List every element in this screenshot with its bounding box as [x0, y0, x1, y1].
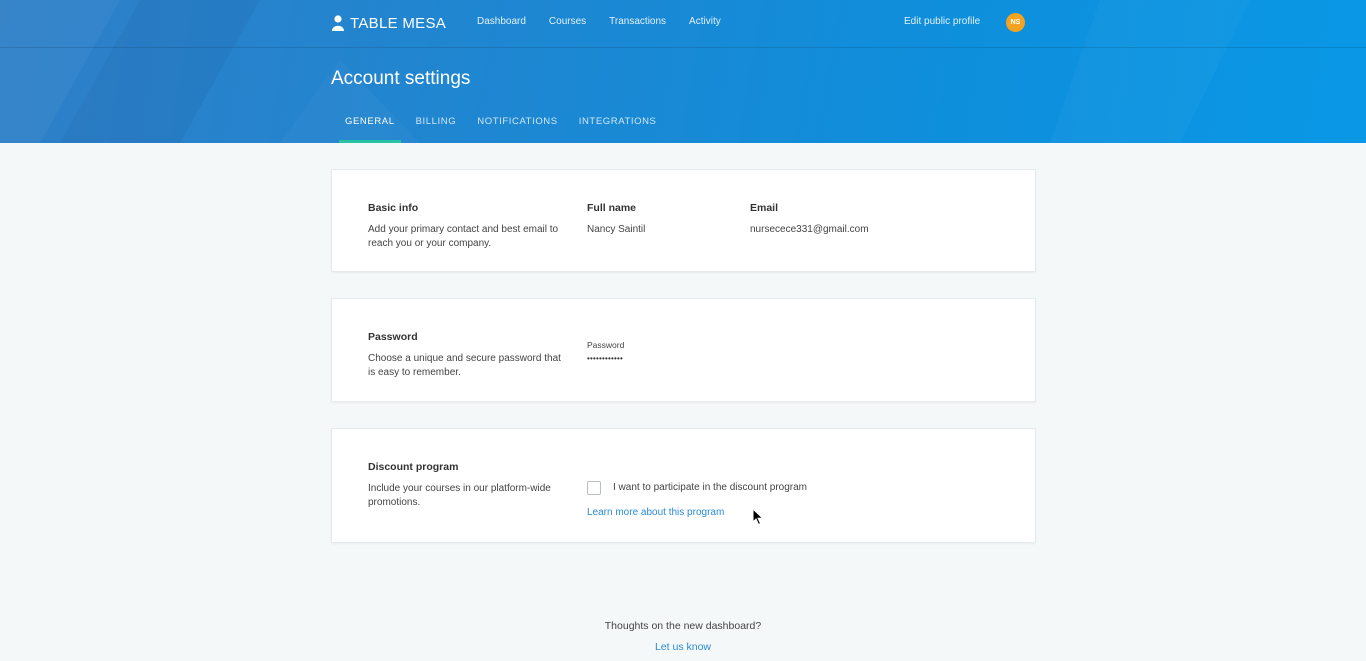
feedback-link-wrapper: Let us know [0, 641, 1366, 653]
logo-icon [332, 15, 344, 31]
password-card: Password Choose a unique and secure pass… [331, 298, 1036, 402]
password-title: Password [368, 331, 418, 343]
main-nav: Dashboard Courses Transactions Activity [477, 16, 744, 27]
discount-description: Include your courses in our platform-wid… [368, 483, 551, 508]
nav-courses[interactable]: Courses [549, 16, 586, 27]
brand-name: TABLE MESA [350, 14, 447, 32]
nav-transactions[interactable]: Transactions [609, 16, 666, 27]
nav-dashboard[interactable]: Dashboard [477, 16, 526, 27]
discount-title: Discount program [368, 461, 459, 473]
brand-logo[interactable]: TABLE MESA [331, 13, 446, 33]
feedback-link[interactable]: Let us know [655, 641, 711, 653]
email-value: nursecece331@gmail.com [750, 224, 869, 235]
discount-checkbox[interactable] [587, 481, 601, 495]
tab-notifications[interactable]: NOTIFICATIONS [471, 112, 563, 143]
page-title: Account settings [331, 68, 471, 89]
feedback-question: Thoughts on the new dashboard? [604, 620, 762, 632]
mouse-cursor-icon [752, 508, 764, 526]
nav-activity[interactable]: Activity [689, 16, 721, 27]
basic-info-card: Basic info Add your primary contact and … [331, 169, 1036, 272]
discount-program-card: Discount program Include your courses in… [331, 428, 1036, 543]
header-banner: TABLE MESA Dashboard Courses Transaction… [0, 0, 1366, 143]
email-label: Email [750, 202, 779, 214]
tab-billing[interactable]: BILLING [410, 112, 463, 143]
tab-general[interactable]: GENERAL [339, 112, 401, 143]
settings-tabs: GENERAL BILLING NOTIFICATIONS INTEGRATIO… [339, 112, 671, 143]
top-navbar: TABLE MESA Dashboard Courses Transaction… [0, 0, 1366, 48]
basic-info-title: Basic info [368, 202, 419, 214]
full-name-value: Nancy Saintil [587, 224, 646, 235]
password-description: Choose a unique and secure password that… [368, 353, 561, 378]
avatar[interactable]: NS [1006, 13, 1025, 32]
edit-public-profile-link[interactable]: Edit public profile [904, 16, 980, 27]
learn-more-link[interactable]: Learn more about this program [587, 507, 724, 518]
basic-info-description: Add your primary contact and best email … [368, 224, 559, 249]
password-field[interactable]: •••••••••••• [587, 354, 623, 363]
discount-checkbox-label[interactable]: I want to participate in the discount pr… [613, 482, 807, 493]
tab-integrations[interactable]: INTEGRATIONS [573, 112, 663, 143]
password-field-label: Password [587, 340, 625, 350]
full-name-label: Full name [587, 202, 637, 214]
